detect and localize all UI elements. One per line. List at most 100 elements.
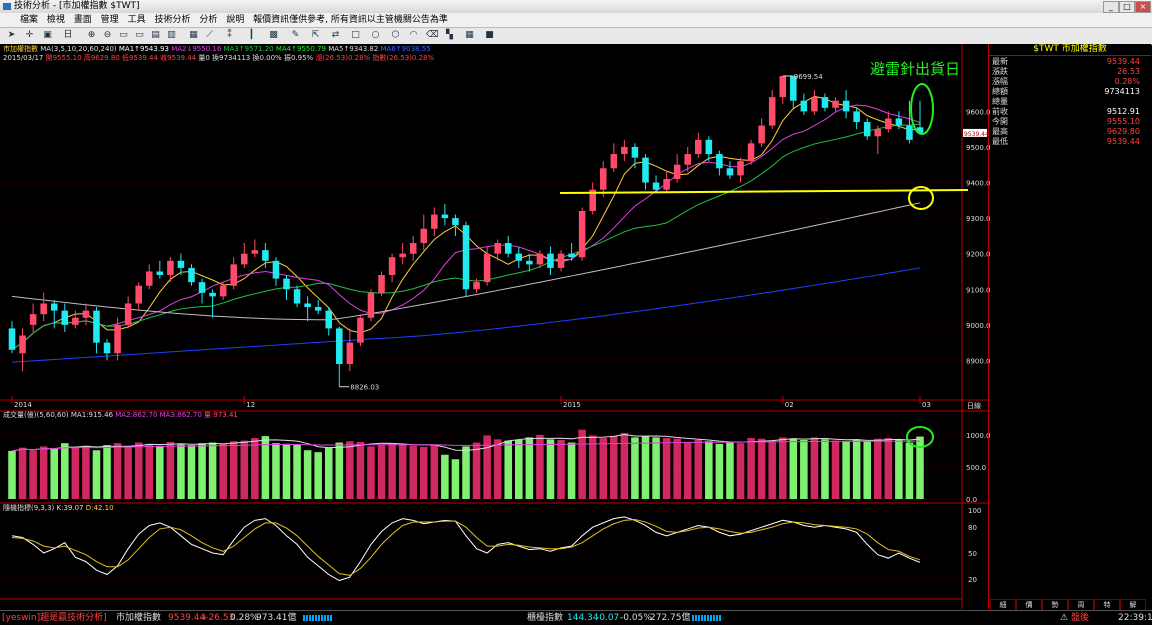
volume-bar <box>683 441 692 499</box>
crosshair-icon[interactable]: ✛ <box>24 30 35 41</box>
volume-bar <box>726 442 734 499</box>
zoom-out-icon[interactable]: ⊖ <box>102 30 113 41</box>
candle-body <box>737 161 744 176</box>
volume-bar <box>240 440 249 499</box>
candle-body <box>230 264 237 286</box>
volume-bar <box>800 439 808 499</box>
menu-analysis[interactable]: 分析 <box>199 15 217 25</box>
volume-bar <box>324 447 333 499</box>
volume-bar <box>451 459 460 499</box>
signal-bars2-icon <box>692 615 722 621</box>
volume-bar <box>124 447 132 499</box>
price-chart-canvas[interactable]: 9600.0 9500.0 9400.0 9300.0 9200.0 9100.0 9000… <box>0 44 990 609</box>
volume-bar <box>377 444 386 499</box>
draw-icon[interactable]: ✎ <box>290 30 301 41</box>
chart-type-icon[interactable]: ▦ <box>188 30 199 41</box>
volume-bar <box>156 445 164 499</box>
volume-bar <box>873 438 882 499</box>
candle-body <box>462 225 470 290</box>
zoom-in-icon[interactable]: ⊕ <box>86 30 97 41</box>
candle-body <box>547 253 554 268</box>
volume-bar <box>821 439 829 499</box>
volume-bar <box>272 443 280 499</box>
quote-row: 最低 9539.44 <box>992 137 1140 147</box>
rectangle-icon[interactable]: □ <box>350 30 361 41</box>
circle-icon[interactable]: ○ <box>370 30 381 41</box>
volume-bar <box>662 438 671 499</box>
candle-body <box>621 146 628 155</box>
menu-technical-analysis[interactable]: 技術分析 <box>154 15 190 25</box>
save-icon[interactable]: ▣ <box>42 30 53 41</box>
indicator-icon[interactable]: ⁑ <box>224 30 235 41</box>
x-axis-label: 03 <box>922 401 931 409</box>
arrow-icon[interactable]: ➤ <box>6 30 17 41</box>
chart-area[interactable]: 9600.0 9500.0 9400.0 9300.0 9200.0 9100.0 9000… <box>0 44 990 609</box>
bar-low: 低9539.44 <box>121 54 158 62</box>
palette-icon[interactable]: ▚ <box>444 30 455 41</box>
candle-body <box>177 260 185 268</box>
bar-amplitude: 振0.95% <box>283 54 314 62</box>
candle-body <box>388 257 396 276</box>
link-icon[interactable]: ⇄ <box>330 30 341 41</box>
volume-bar <box>113 443 122 499</box>
candle-body <box>853 111 860 123</box>
candle-body <box>536 253 544 265</box>
quote-label: 漲幅 <box>992 77 1008 86</box>
kd-axis-label: 80 <box>968 524 977 532</box>
grid-icon[interactable]: ▩ <box>268 30 279 41</box>
line-tool-icon[interactable]: ⟋ <box>204 30 215 41</box>
disk-icon[interactable]: ■ <box>484 30 495 41</box>
candle-body <box>198 282 206 293</box>
candle-body <box>526 260 533 265</box>
candle-body <box>874 129 882 137</box>
close-button[interactable]: × <box>1135 1 1151 13</box>
polygon-icon[interactable]: ⬡ <box>390 30 401 41</box>
signal-bars-icon <box>303 615 333 621</box>
candle-body <box>441 214 449 219</box>
tiles-icon[interactable]: ▦ <box>464 30 475 41</box>
candle-body <box>473 282 480 290</box>
candle-body <box>145 271 153 286</box>
status-bar: [yeswin]趨是贏技術分析] 市加權指數 9539.44 +26.53 0.… <box>0 610 1152 625</box>
quote-label: 總量 <box>992 97 1008 106</box>
price-axis-label: 8900.0 <box>966 357 990 365</box>
eraser-icon[interactable]: ⌫ <box>426 30 439 41</box>
volume-bar <box>388 443 396 499</box>
bars-icon[interactable]: ┃ <box>246 30 257 41</box>
menu-disclaimer: 報價資訊僅供參考, 所有資訊以主管機關公告為準 <box>253 15 448 25</box>
volume-bar <box>515 439 523 499</box>
candle-body <box>241 253 248 265</box>
menu-screen[interactable]: 畫面 <box>74 15 92 25</box>
volume-bar <box>198 443 206 499</box>
layout-icon[interactable]: ▤ <box>150 30 161 41</box>
layout2-icon[interactable]: ▥ <box>166 30 177 41</box>
quote-row: 總額 9734113 <box>992 87 1140 97</box>
menu-view[interactable]: 檢視 <box>47 15 65 25</box>
kd-k-value: K:39.07 <box>56 504 84 512</box>
menu-help[interactable]: 說明 <box>226 15 244 25</box>
minimize-button[interactable]: _ <box>1103 1 1119 13</box>
volume-bar <box>187 445 196 499</box>
volume-bar <box>472 442 481 499</box>
volume-bar <box>578 429 586 499</box>
window2-icon[interactable]: ▭ <box>134 30 145 41</box>
menu-file[interactable]: 檔案 <box>20 15 38 25</box>
price-axis-label: 9000.0 <box>966 322 990 330</box>
pointer-icon[interactable]: ⇱ <box>310 30 321 41</box>
bar-index-change: 指數(26.53)0.28% <box>372 54 435 62</box>
candle-body <box>515 253 523 261</box>
x-axis-label: 12 <box>246 401 255 409</box>
candle-body <box>346 342 354 364</box>
menu-manage[interactable]: 管理 <box>101 15 119 25</box>
volume-bar <box>810 437 819 499</box>
arc-icon[interactable]: ◠ <box>408 30 419 41</box>
candle-body <box>399 253 406 258</box>
period-selector[interactable]: 日 <box>60 30 76 41</box>
maximize-button[interactable]: □ <box>1119 1 1135 13</box>
window-icon[interactable]: ▭ <box>118 30 129 41</box>
menu-tools[interactable]: 工具 <box>128 15 146 25</box>
candle-body <box>8 328 16 350</box>
quote-value: 9539.44 <box>1106 57 1140 66</box>
candle-body <box>124 303 132 325</box>
volume-bar <box>409 445 417 499</box>
